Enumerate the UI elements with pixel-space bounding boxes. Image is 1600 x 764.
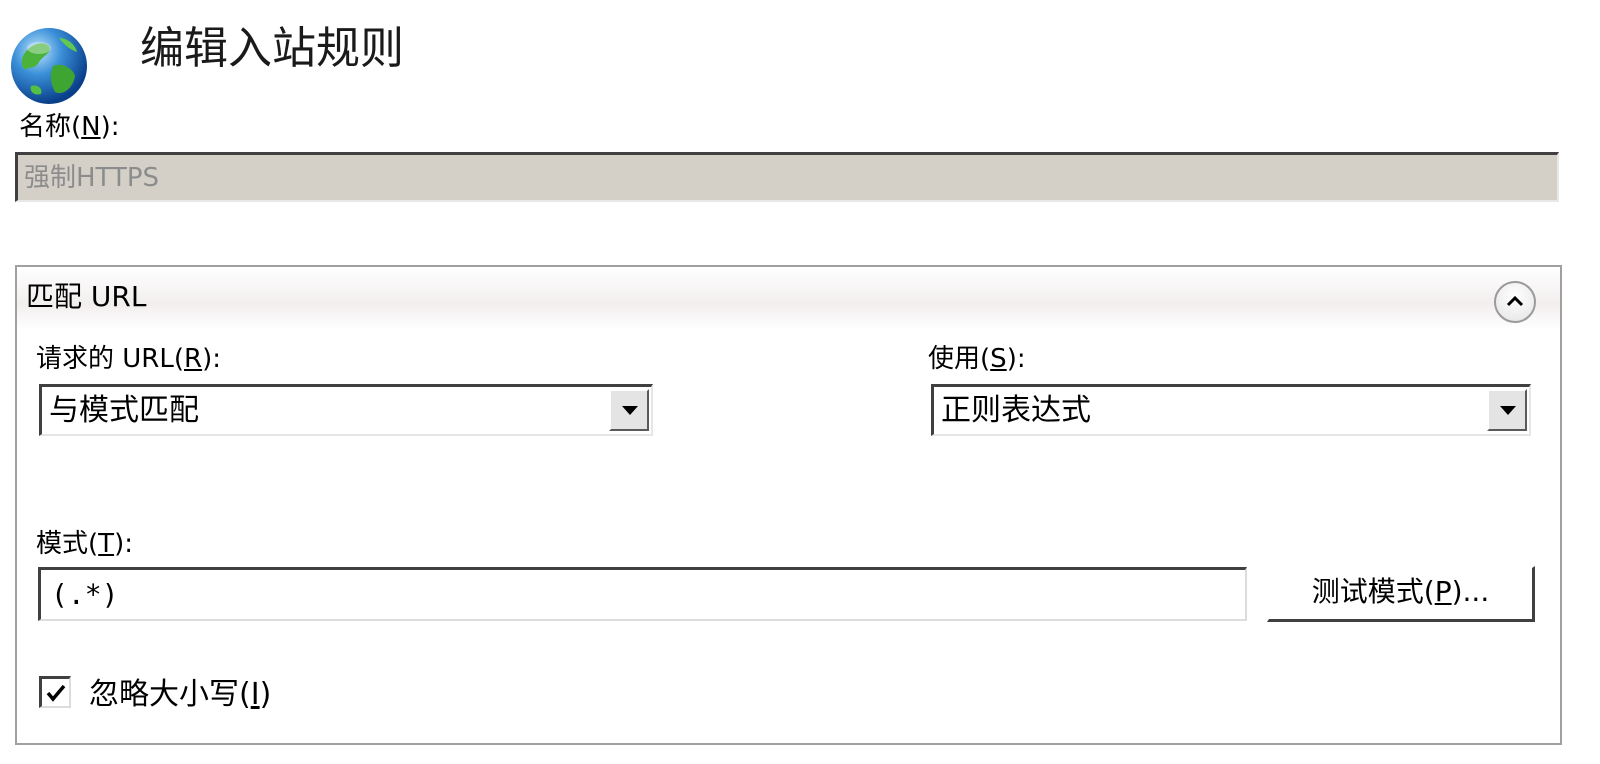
pattern-value: (.*) xyxy=(51,578,119,611)
pattern-label: 模式(T): xyxy=(36,529,133,559)
dropdown-arrow-icon[interactable] xyxy=(1487,389,1527,431)
page-title: 编辑入站规则 xyxy=(140,23,404,74)
pattern-input[interactable]: (.*) xyxy=(38,567,1247,621)
name-field[interactable]: 强制HTTPS xyxy=(15,152,1559,202)
ignore-case-checkbox[interactable] xyxy=(39,676,71,708)
match-url-group-header[interactable] xyxy=(17,267,1560,329)
test-pattern-button[interactable]: 测试模式(P)... xyxy=(1267,566,1535,622)
checkmark-icon xyxy=(46,684,66,702)
match-url-group xyxy=(15,265,1562,745)
name-label: 名称(N): xyxy=(19,112,120,142)
collapse-button[interactable] xyxy=(1494,281,1536,323)
using-value: 正则表达式 xyxy=(941,393,1091,428)
requested-url-value: 与模式匹配 xyxy=(49,393,199,428)
requested-url-label: 请求的 URL(R): xyxy=(36,344,221,374)
requested-url-select[interactable]: 与模式匹配 xyxy=(39,384,653,436)
chevron-up-icon xyxy=(1506,295,1524,307)
name-field-value: 强制HTTPS xyxy=(24,163,160,193)
match-url-group-title: 匹配 URL xyxy=(26,280,147,313)
dropdown-arrow-icon[interactable] xyxy=(609,389,649,431)
ignore-case-label[interactable]: 忽略大小写(I) xyxy=(89,676,271,714)
using-select[interactable]: 正则表达式 xyxy=(931,384,1531,436)
globe-icon xyxy=(9,26,89,106)
using-label: 使用(S): xyxy=(928,344,1026,374)
